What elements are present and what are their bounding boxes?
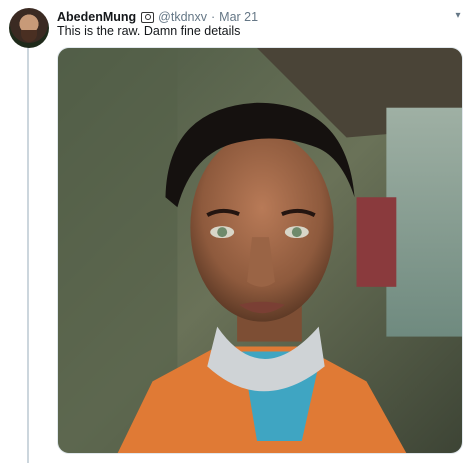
tweet-photo[interactable]	[57, 47, 463, 454]
avatar-beard	[21, 30, 37, 42]
camera-icon	[141, 11, 155, 23]
photo-hanging-cloth	[356, 197, 397, 287]
thread-line	[27, 46, 29, 463]
chevron-down-icon[interactable]: ▾	[451, 9, 465, 23]
tweet-header: AbedenMung @tkdnxv · Mar 21	[57, 9, 258, 25]
avatar[interactable]	[9, 8, 49, 48]
display-name[interactable]: AbedenMung	[57, 10, 136, 24]
tweet-text: This is the raw. Damn fine details	[57, 24, 241, 38]
photo-right-iris	[291, 227, 302, 238]
tweet[interactable]: AbedenMung @tkdnxv · Mar 21 ▾ This is th…	[0, 0, 474, 463]
photo-alley	[386, 107, 462, 337]
portrait-photo	[58, 48, 462, 453]
user-handle[interactable]: @tkdnxv	[158, 10, 207, 24]
photo-face	[190, 132, 334, 322]
separator-dot: ·	[211, 10, 216, 24]
photo-left-iris	[217, 227, 228, 238]
tweet-timestamp[interactable]: Mar 21	[219, 10, 258, 24]
